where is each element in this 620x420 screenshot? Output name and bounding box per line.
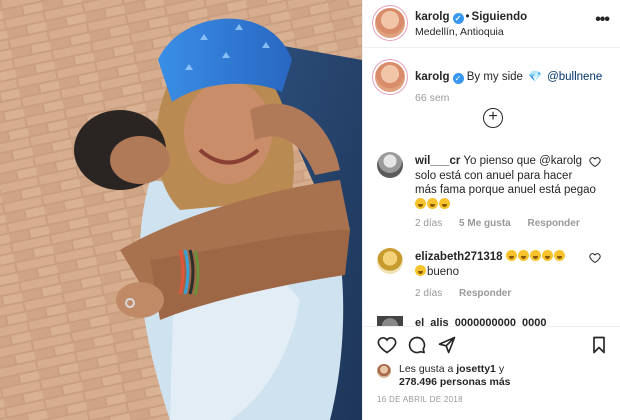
caption-text: karolg ✓ By my side 💎 @bullnene	[415, 70, 615, 84]
post-header: karolg ✓ • Siguiendo Medellín, Antioquia ••…	[363, 0, 620, 48]
comment-icon[interactable]	[407, 335, 427, 355]
commenter-avatar[interactable]	[377, 152, 403, 178]
comment-likes[interactable]: 5 Me gusta	[459, 218, 511, 229]
comment-body: bueno	[427, 265, 459, 278]
header-user-line: karolg ✓ • Siguiendo	[415, 11, 527, 24]
verified-badge-icon: ✓	[452, 73, 464, 84]
more-options-icon[interactable]: •••	[595, 12, 610, 28]
comment-timestamp: 2 días	[415, 288, 443, 299]
location-link[interactable]: Medellín, Antioquia	[415, 26, 504, 38]
heart-icon[interactable]	[377, 335, 397, 355]
post-side-panel: karolg ✓ • Siguiendo Medellín, Antioquia ••…	[362, 0, 620, 420]
likes-line-2[interactable]: 278.496 personas más	[399, 376, 511, 389]
commenter-username[interactable]: wil___cr	[415, 155, 460, 167]
liker-username[interactable]: josetty1	[456, 363, 496, 375]
caption-username[interactable]: karolg	[415, 71, 450, 83]
surprised-emoji-icon	[415, 264, 426, 276]
heart-icon[interactable]	[589, 156, 601, 168]
load-more-comments-button[interactable]: +	[483, 108, 503, 128]
following-button[interactable]: Siguiendo	[472, 11, 528, 23]
separator-dot: •	[465, 11, 470, 23]
likes-line-1: Les gusta a josetty1 y	[399, 363, 504, 376]
comment-timestamp: 2 días	[415, 218, 443, 229]
commenter-username[interactable]: el_alis_0000000000_0000	[415, 317, 547, 326]
grinning-emoji-icon	[427, 197, 438, 209]
comment-meta: 2 días Responder	[415, 288, 525, 299]
caption-body: By my side	[466, 71, 523, 83]
surprised-emoji-icon	[505, 250, 517, 261]
caption-mention-link[interactable]: @bullnene	[547, 71, 602, 83]
reply-button[interactable]: Responder	[459, 288, 511, 299]
heart-icon[interactable]	[589, 252, 601, 264]
commenter-avatar[interactable]	[377, 248, 403, 274]
surprised-emoji-icon	[541, 250, 553, 261]
likes-conjunction: y	[498, 363, 505, 375]
commenter-username[interactable]: elizabeth271318	[415, 251, 503, 263]
liker-avatar[interactable]	[377, 364, 391, 378]
couple-photo-illustration	[0, 0, 362, 420]
avatar[interactable]	[375, 8, 405, 38]
comment-meta: 2 días 5 Me gusta Responder	[415, 218, 594, 229]
share-icon[interactable]	[437, 335, 457, 355]
caption-avatar[interactable]	[375, 62, 405, 92]
surprised-emoji-icon	[529, 250, 541, 261]
comment-text: elizabeth271318 bueno	[415, 250, 597, 279]
verified-badge-icon: ✓	[452, 13, 464, 24]
username-link[interactable]: karolg	[415, 11, 450, 23]
likes-suffix[interactable]: personas más	[440, 376, 511, 388]
post-actions: Les gusta a josetty1 y 278.496 personas …	[363, 326, 620, 416]
post-date: 16 DE ABRIL DE 2018	[377, 395, 463, 404]
reply-button[interactable]: Responder	[528, 218, 580, 229]
likes-prefix: Les gusta a	[399, 363, 454, 375]
surprised-emoji-icon	[517, 250, 529, 261]
bookmark-icon[interactable]	[589, 335, 609, 355]
grinning-emoji-icon	[439, 197, 450, 209]
gem-icon: 💎	[528, 71, 542, 83]
grinning-emoji-icon	[415, 197, 426, 209]
surprised-emoji-icon	[553, 250, 565, 261]
comment-item-partial: el_alis_0000000000_0000	[377, 316, 620, 326]
post-photo[interactable]	[0, 0, 362, 420]
comment-text: wil___cr Yo pienso que @karolg solo está…	[415, 154, 597, 212]
likes-count[interactable]: 278.496	[399, 376, 437, 388]
caption-timestamp: 66 sem	[415, 92, 450, 104]
commenter-avatar[interactable]	[377, 316, 403, 326]
